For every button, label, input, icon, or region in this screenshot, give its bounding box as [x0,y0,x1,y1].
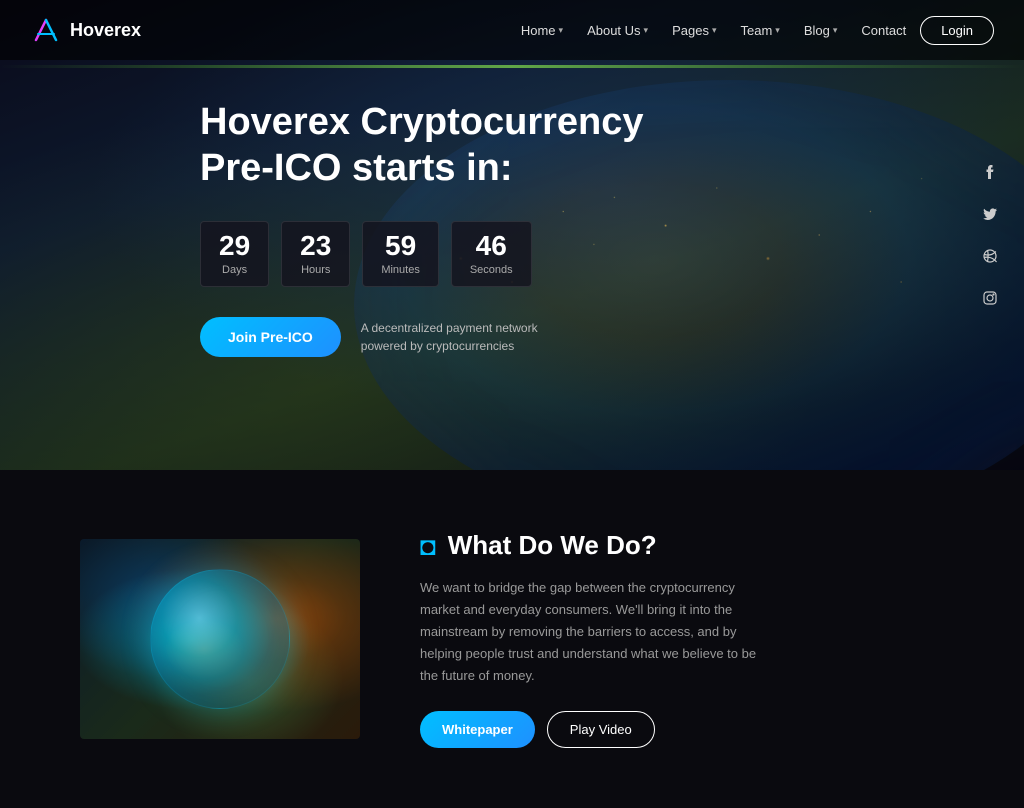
nebula-sphere [150,569,290,709]
about-buttons: Whitepaper Play Video [420,711,944,748]
hero-tagline: A decentralized payment network powered … [361,319,541,355]
play-video-button[interactable]: Play Video [547,711,655,748]
about-chevron-icon: ▾ [644,25,649,36]
twitter-icon[interactable] [976,200,1004,228]
logo[interactable]: Hoverex [30,14,141,46]
countdown-seconds: 46 Seconds [451,221,532,287]
nav-blog[interactable]: Blog ▾ [794,17,848,44]
navbar: Hoverex Home ▾ About Us ▾ Pages ▾ Team ▾… [0,0,1024,60]
home-chevron-icon: ▾ [559,25,564,36]
moon-icon: ◘ [420,533,436,559]
about-section: ◘ What Do We Do? We want to bridge the g… [0,470,1024,808]
days-label: Days [219,264,250,276]
social-sidebar [976,158,1004,312]
blog-chevron-icon: ▾ [833,25,838,36]
minutes-label: Minutes [381,264,420,276]
logo-icon [30,14,62,46]
nav-contact[interactable]: Contact [851,17,916,44]
countdown: 29 Days 23 Hours 59 Minutes 46 Seconds [200,221,1024,287]
about-title: What Do We Do? [448,530,657,561]
facebook-icon[interactable] [976,158,1004,186]
nav-pages[interactable]: Pages ▾ [662,17,726,44]
instagram-icon[interactable] [976,284,1004,312]
about-header: ◘ What Do We Do? [420,530,944,561]
nav-links: Home ▾ About Us ▾ Pages ▾ Team ▾ Blog ▾ … [511,16,994,45]
pages-chevron-icon: ▾ [712,25,717,36]
hours-label: Hours [300,264,331,276]
login-button[interactable]: Login [920,16,994,45]
minutes-value: 59 [381,232,420,260]
hours-value: 23 [300,232,331,260]
countdown-days: 29 Days [200,221,269,287]
nav-home[interactable]: Home ▾ [511,17,573,44]
logo-text: Hoverex [70,20,141,41]
countdown-hours: 23 Hours [281,221,350,287]
whitepaper-button[interactable]: Whitepaper [420,711,535,748]
hero-actions: Join Pre-ICO A decentralized payment net… [200,317,1024,357]
join-preico-button[interactable]: Join Pre-ICO [200,317,341,357]
days-value: 29 [219,232,250,260]
seconds-value: 46 [470,232,513,260]
countdown-minutes: 59 Minutes [362,221,439,287]
seconds-label: Seconds [470,264,513,276]
about-image [80,539,360,739]
nav-about[interactable]: About Us ▾ [577,17,658,44]
team-chevron-icon: ▾ [775,25,780,36]
hero-section: Hoverex Cryptocurrency Pre-ICO starts in… [0,0,1024,470]
about-description: We want to bridge the gap between the cr… [420,577,760,687]
dribbble-icon[interactable] [976,242,1004,270]
about-content: ◘ What Do We Do? We want to bridge the g… [420,530,944,748]
nav-team[interactable]: Team ▾ [730,17,789,44]
hero-title: Hoverex Cryptocurrency Pre-ICO starts in… [200,100,650,191]
